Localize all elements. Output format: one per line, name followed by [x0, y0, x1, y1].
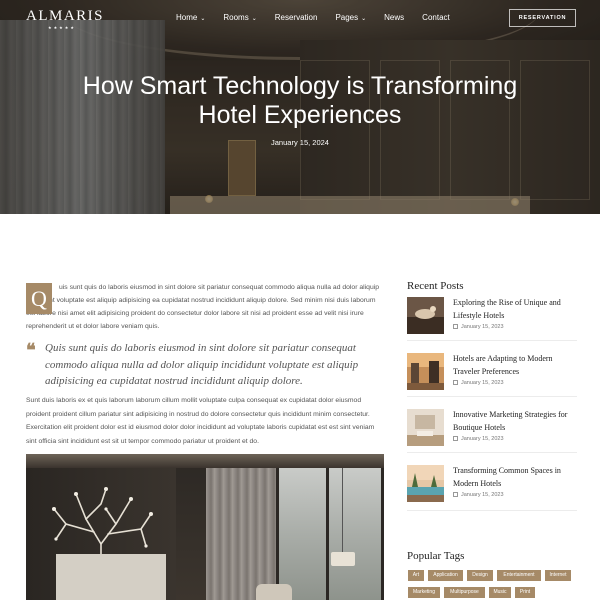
post-date-text: January 15, 2023 — [461, 380, 504, 386]
image-window-mullion — [326, 468, 329, 600]
image-curtain — [206, 468, 276, 600]
site-logo[interactable]: ALMARIS — [26, 8, 104, 25]
post-thumbnail[interactable] — [407, 353, 444, 390]
blockquote: Quis sunt quis do laboris eiusmod in sin… — [45, 342, 359, 387]
reservation-button[interactable]: RESERVATION — [509, 9, 576, 27]
image-pendant-lamp — [331, 552, 355, 566]
article-paragraph-2: Sunt duis laboris ex et quis laborum lab… — [26, 397, 375, 445]
post-date-text: January 15, 2023 — [461, 324, 504, 330]
menu-item-label: Contact — [422, 13, 450, 22]
menu-item-label: Pages — [335, 13, 359, 22]
menu-item-label: Rooms — [223, 13, 249, 22]
tag-art[interactable]: Art — [408, 570, 424, 581]
calendar-icon — [453, 492, 458, 497]
dropcap: Q — [26, 283, 52, 314]
page-title: How Smart Technology is Transforming Hot… — [0, 72, 600, 130]
article-image — [26, 454, 384, 600]
article-paragraph-1-text: uis sunt quis do laboris eiusmod in sint… — [26, 284, 380, 330]
post-date: January 15, 2023 — [453, 380, 504, 386]
article-paragraph-1: uis sunt quis do laboris eiusmod in sint… — [26, 281, 382, 333]
top-nav: ALMARIS ★★★★★ Home ⌄ Rooms ⌄ Reservation P… — [0, 0, 600, 36]
post-date-text: January 15, 2023 — [461, 492, 504, 498]
divider — [407, 510, 577, 511]
calendar-icon — [453, 380, 458, 385]
image-pendant-cord — [342, 468, 343, 552]
chevron-down-icon: ⌄ — [251, 16, 257, 22]
post-date-text: January 15, 2023 — [461, 436, 504, 442]
recent-post[interactable]: Hotels are Adapting to Modern Traveler P… — [407, 353, 577, 391]
quote-icon: ❝ — [26, 340, 36, 360]
tag-design[interactable]: Design — [467, 570, 493, 581]
menu-item-reservation[interactable]: Reservation — [275, 13, 318, 22]
image-window-mullion — [381, 468, 384, 600]
post-title[interactable]: Exploring the Rise of Unique and Lifesty… — [453, 297, 579, 322]
recent-post[interactable]: Transforming Common Spaces in Modern Hot… — [407, 465, 577, 503]
tag-print[interactable]: Print — [515, 587, 535, 598]
tag-multipurpose[interactable]: Multipurpose — [444, 587, 485, 598]
post-title[interactable]: Transforming Common Spaces in Modern Hot… — [453, 465, 579, 490]
tag-internet[interactable]: Internet — [545, 570, 571, 581]
menu-item-rooms[interactable]: Rooms ⌄ — [223, 13, 256, 22]
tag-application[interactable]: Application — [428, 570, 463, 581]
menu-item-label: News — [384, 13, 405, 22]
popular-tags-title: Popular Tags — [407, 550, 465, 562]
image-headboard — [56, 554, 166, 600]
recent-posts-title: Recent Posts — [407, 280, 464, 292]
divider — [407, 396, 577, 397]
divider — [407, 340, 577, 341]
menu-item-news[interactable]: News — [384, 13, 404, 22]
page-title-line2: Hotel Experiences — [198, 101, 402, 129]
menu-item-home[interactable]: Home ⌄ — [176, 13, 205, 22]
image-window — [276, 468, 384, 600]
post-title[interactable]: Hotels are Adapting to Modern Traveler P… — [453, 353, 579, 378]
menu-item-label: Home — [176, 13, 198, 22]
recent-post[interactable]: Innovative Marketing Strategies for Bout… — [407, 409, 577, 447]
tag-entertainment[interactable]: Entertainment — [497, 570, 541, 581]
image-ceiling — [26, 454, 384, 468]
post-date: January 15, 2023 — [453, 324, 504, 330]
post-title[interactable]: Innovative Marketing Strategies for Bout… — [453, 409, 579, 434]
post-thumbnail[interactable] — [407, 409, 444, 446]
post-thumbnail[interactable] — [407, 465, 444, 502]
menu-item-pages[interactable]: Pages ⌄ — [335, 13, 366, 22]
post-date: January 15, 2024 — [271, 138, 329, 147]
divider — [407, 452, 577, 453]
post-date: January 15, 2023 — [453, 492, 504, 498]
image-window-mullion — [276, 468, 279, 600]
post-thumbnail[interactable] — [407, 297, 444, 334]
calendar-icon — [453, 436, 458, 441]
calendar-icon — [453, 324, 458, 329]
hero-banner: ALMARIS ★★★★★ Home ⌄ Rooms ⌄ Reservation P… — [0, 0, 600, 214]
page-title-line1: How Smart Technology is Transforming — [82, 72, 518, 100]
chevron-down-icon: ⌄ — [200, 16, 206, 22]
tag-marketing[interactable]: Marketing — [408, 587, 440, 598]
recent-post[interactable]: Exploring the Rise of Unique and Lifesty… — [407, 297, 577, 335]
post-date: January 15, 2023 — [453, 436, 504, 442]
chevron-down-icon: ⌄ — [361, 16, 367, 22]
menu-item-label: Reservation — [274, 13, 318, 22]
tag-music[interactable]: Music — [489, 587, 511, 598]
main-menu: Home ⌄ Rooms ⌄ Reservation Pages ⌄ News Con… — [176, 13, 468, 22]
menu-item-contact[interactable]: Contact — [422, 13, 450, 22]
logo-stars: ★★★★★ — [48, 25, 76, 30]
image-chair — [256, 584, 292, 600]
